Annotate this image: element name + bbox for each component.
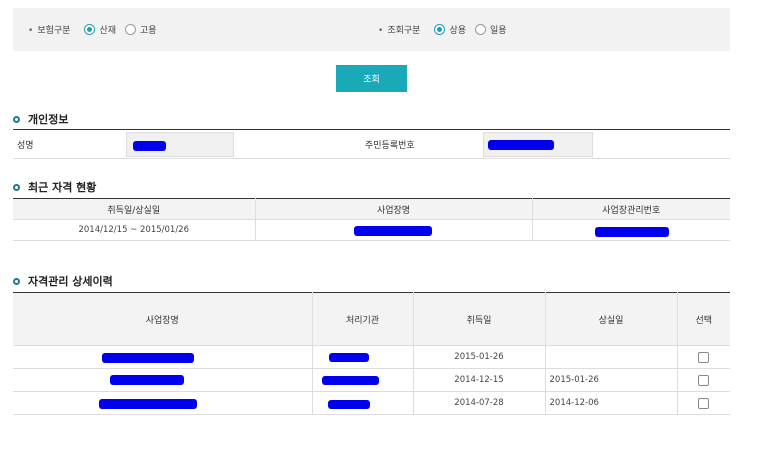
radio-sangyong[interactable]: 상용 <box>434 23 466 36</box>
current-status-table: 취득일/상실일 사업장명 사업장관리번호 2014/12/15 ~ 2015/0… <box>13 198 730 241</box>
table-row: 2014-12-15 2015-01-26 <box>13 368 730 392</box>
cell-agency <box>311 368 413 392</box>
current-status-title: 최근 자격 현황 <box>13 179 96 195</box>
cell-lost <box>544 345 677 369</box>
radio-unselected-icon[interactable] <box>125 24 136 35</box>
cell-workplace <box>13 391 312 415</box>
header-agency: 처리기관 <box>311 292 413 346</box>
detail-history-title-text: 자격관리 상세이력 <box>28 275 113 288</box>
header-lost: 상실일 <box>544 292 677 346</box>
header-acquired: 취득일 <box>412 292 545 346</box>
table-header-row: 취득일/상실일 사업장명 사업장관리번호 <box>13 198 730 220</box>
personal-info-table: 성명 주민등록번호 <box>13 129 730 159</box>
personal-info-title-text: 개인정보 <box>28 113 69 126</box>
redaction-mark <box>327 400 370 409</box>
redaction-mark <box>353 226 432 236</box>
cell-workplace-number <box>531 219 730 241</box>
redaction-mark <box>594 227 669 237</box>
name-value <box>126 132 234 157</box>
header-workplace: 사업장명 <box>13 292 312 346</box>
select-checkbox[interactable] <box>698 351 710 363</box>
section-bullet-icon <box>13 277 20 285</box>
cell-select <box>676 391 730 415</box>
cell-agency <box>311 391 413 415</box>
radio-sanjae-label: 산재 <box>99 26 116 36</box>
select-checkbox[interactable] <box>698 397 710 409</box>
redaction-mark <box>102 353 194 363</box>
inquiry-type-label: 조회구분 <box>378 23 420 36</box>
header-workplace: 사업장명 <box>254 198 532 220</box>
radio-goyong-label: 고용 <box>140 26 157 36</box>
radio-ilyong[interactable]: 일용 <box>475 23 507 36</box>
radio-unselected-icon[interactable] <box>475 24 486 35</box>
radio-ilyong-label: 일용 <box>490 26 507 36</box>
cell-select <box>676 345 730 369</box>
radio-selected-icon[interactable] <box>434 24 446 35</box>
personal-info-title: 개인정보 <box>13 111 68 127</box>
table-row: 2014-07-28 2014-12-06 <box>13 391 730 415</box>
table-row: 2015-01-26 <box>13 345 730 369</box>
header-dates: 취득일/상실일 <box>13 198 255 220</box>
redaction-mark <box>99 399 197 409</box>
redaction-mark <box>110 375 184 385</box>
radio-sangyong-label: 상용 <box>449 26 466 36</box>
header-workplace-number: 사업장관리번호 <box>531 198 730 220</box>
cell-agency <box>311 345 413 369</box>
table-row: 2014/12/15 ~ 2015/01/26 <box>13 219 730 241</box>
current-status-title-text: 최근 자격 현황 <box>28 181 97 194</box>
cell-acquired: 2014-07-28 <box>412 391 545 415</box>
cell-workplace <box>13 368 312 392</box>
radio-sanjae[interactable]: 산재 <box>84 23 116 36</box>
cell-workplace <box>13 345 312 369</box>
filter-bar: 보험구분 산재 고용 조회구분 상용 일용 <box>13 8 730 51</box>
redaction-mark <box>328 353 369 362</box>
redaction-mark <box>133 141 166 151</box>
cell-workplace <box>254 219 532 241</box>
redaction-mark <box>488 140 554 150</box>
insurance-type-group: 보험구분 산재 고용 <box>28 8 166 51</box>
cell-select <box>676 368 730 392</box>
table-header-row: 사업장명 처리기관 취득일 상실일 선택 <box>13 292 730 346</box>
name-label: 성명 <box>17 141 34 151</box>
redaction-mark <box>321 376 379 385</box>
search-button[interactable]: 조회 <box>336 65 407 92</box>
insurance-type-label: 보험구분 <box>28 23 70 36</box>
detail-history-table: 사업장명 처리기관 취득일 상실일 선택 2015-01-26 2014-12-… <box>13 292 730 415</box>
header-select: 선택 <box>676 292 730 346</box>
rrn-value <box>483 132 593 157</box>
radio-goyong[interactable]: 고용 <box>125 23 157 36</box>
cell-dates: 2014/12/15 ~ 2015/01/26 <box>13 219 255 241</box>
inquiry-type-group: 조회구분 상용 일용 <box>378 8 516 51</box>
cell-acquired: 2015-01-26 <box>412 345 545 369</box>
select-checkbox[interactable] <box>698 374 710 386</box>
cell-lost: 2014-12-06 <box>544 391 677 415</box>
section-bullet-icon <box>13 183 20 191</box>
detail-history-title: 자격관리 상세이력 <box>13 273 113 289</box>
cell-acquired: 2014-12-15 <box>412 368 545 392</box>
cell-lost: 2015-01-26 <box>544 368 677 392</box>
rrn-label: 주민등록번호 <box>365 141 415 151</box>
radio-selected-icon[interactable] <box>84 24 96 35</box>
section-bullet-icon <box>13 115 20 123</box>
